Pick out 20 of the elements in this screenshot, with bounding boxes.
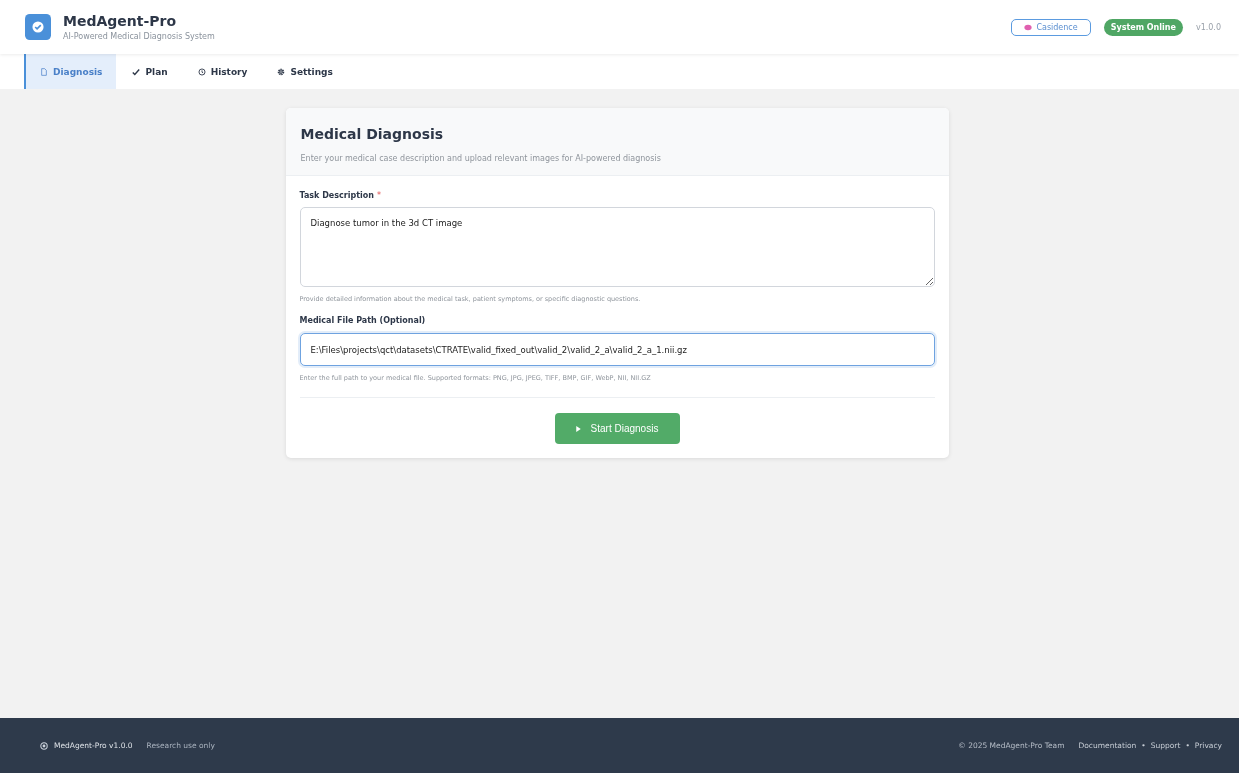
logo-icon bbox=[40, 741, 48, 750]
play-icon bbox=[575, 425, 581, 432]
model-button[interactable]: Casidence bbox=[1011, 18, 1091, 36]
card-title: Medical Diagnosis bbox=[300, 126, 445, 142]
app-subtitle: AI-Powered Medical Diagnosis System bbox=[63, 32, 215, 41]
required-mark: * bbox=[376, 191, 381, 200]
document-icon bbox=[40, 67, 48, 76]
version-label: v1.0.0 bbox=[1195, 22, 1221, 32]
status-badge: System Online bbox=[1103, 18, 1183, 36]
task-description-field[interactable]: Diagnose tumor in the 3d CT image bbox=[299, 207, 935, 287]
check-icon bbox=[132, 67, 141, 76]
settings-icon bbox=[277, 67, 286, 76]
app-title: MedAgent-Pro bbox=[63, 13, 178, 29]
logo-icon bbox=[25, 14, 51, 40]
nav-tab[interactable]: Diagnosis bbox=[24, 54, 117, 89]
file-path-field[interactable]: E:\Files\projects\qct\datasets\CTRATE\valid_fixed_out\valid_2\valid_2_a\valid_2_a_1.nii.gz bbox=[299, 333, 935, 366]
field-label: Task Description bbox=[299, 191, 374, 200]
history-icon bbox=[197, 67, 206, 76]
card-subtitle: Enter your medical case description and upload relevant images for AI-powered diagnosis bbox=[300, 154, 662, 163]
field-label: Medical File Path (Optional) bbox=[299, 316, 427, 325]
